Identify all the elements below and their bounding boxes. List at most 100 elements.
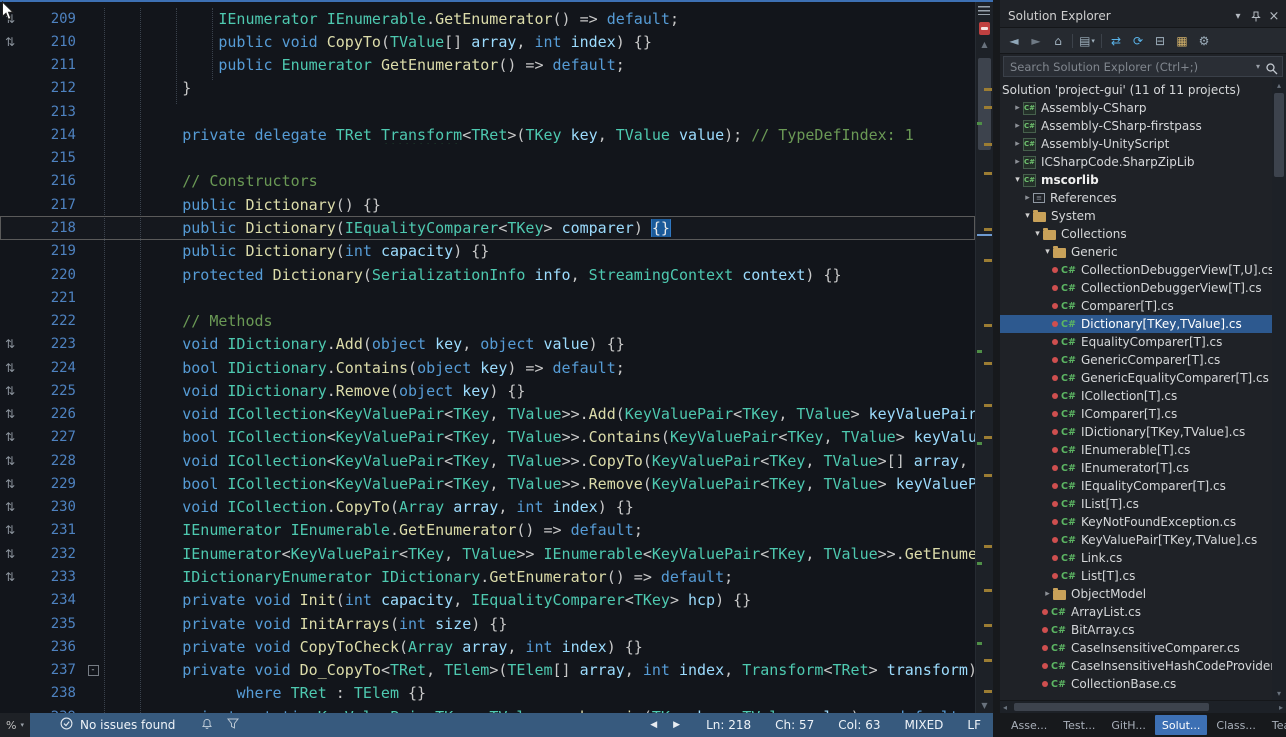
split-grip-icon[interactable] xyxy=(978,6,990,15)
code-line[interactable]: 234 private void Init(int capacity, IEqu… xyxy=(0,589,975,612)
tree-item[interactable]: C#List[T].cs xyxy=(1000,567,1272,585)
tree-item[interactable]: C#EqualityComparer[T].cs xyxy=(1000,333,1272,351)
override-glyph-icon[interactable]: ⇅ xyxy=(0,430,30,444)
line-number[interactable]: 235 xyxy=(30,616,76,632)
code-line[interactable]: 221 xyxy=(0,286,975,309)
line-number[interactable]: 211 xyxy=(30,57,76,73)
scroll-down-icon[interactable]: ▾ xyxy=(1272,689,1286,698)
code-line[interactable]: 213 xyxy=(0,100,975,123)
line-number[interactable]: 232 xyxy=(30,546,76,562)
scroll-left-icon[interactable]: ◀ xyxy=(650,720,657,730)
line-number[interactable]: 230 xyxy=(30,499,76,515)
expanded-arrow-icon[interactable]: ▾ xyxy=(1022,211,1033,221)
code-line[interactable]: ⇅227 bool ICollection<KeyValuePair<TKey,… xyxy=(0,426,975,449)
bell-icon[interactable] xyxy=(201,718,213,733)
tree-item[interactable]: C#CaseInsensitiveComparer.cs xyxy=(1000,639,1272,657)
line-number[interactable]: 228 xyxy=(30,453,76,469)
line-number[interactable]: 224 xyxy=(30,360,76,376)
collapse-region-icon[interactable]: - xyxy=(88,665,99,676)
override-glyph-icon[interactable]: ⇅ xyxy=(0,35,30,49)
panel-tab[interactable]: Solut... xyxy=(1155,715,1208,735)
collapsed-arrow-icon[interactable]: ▸ xyxy=(1042,589,1053,599)
code-line[interactable]: ⇅228 void ICollection<KeyValuePair<TKey,… xyxy=(0,449,975,472)
line-number[interactable]: 227 xyxy=(30,429,76,445)
override-glyph-icon[interactable]: ⇅ xyxy=(0,337,30,351)
scroll-down-icon[interactable]: ▼ xyxy=(976,701,993,710)
scroll-right-icon[interactable]: ▸ xyxy=(1279,701,1283,713)
tree-item[interactable]: C#IEnumerator[T].cs xyxy=(1000,459,1272,477)
line-number[interactable]: 223 xyxy=(30,336,76,352)
code-line[interactable]: 217 public Dictionary() {} xyxy=(0,193,975,216)
tree-item[interactable]: C#IEnumerable[T].cs xyxy=(1000,441,1272,459)
tree-item[interactable]: C#Dictionary[TKey,TValue].cs xyxy=(1000,315,1272,333)
tree-item[interactable]: C#GenericEqualityComparer[T].cs xyxy=(1000,369,1272,387)
tree-item[interactable]: C#CaseInsensitiveHashCodeProvider.cs xyxy=(1000,657,1272,675)
tree-item[interactable]: ▸C#Assembly-CSharp-firstpass xyxy=(1000,117,1272,135)
code-line[interactable]: 222 // Methods xyxy=(0,309,975,332)
line-number[interactable]: 225 xyxy=(30,383,76,399)
search-input[interactable] xyxy=(1003,56,1283,77)
panel-tab[interactable]: Asse... xyxy=(1004,715,1054,735)
scroll-up-icon[interactable]: ▲ xyxy=(976,40,993,49)
line-number[interactable]: 214 xyxy=(30,127,76,143)
line-ending-indicator[interactable]: LF xyxy=(967,718,981,732)
override-glyph-icon[interactable]: ⇅ xyxy=(0,384,30,398)
code-line[interactable]: 219 public Dictionary(int capacity) {} xyxy=(0,240,975,263)
line-number[interactable]: 239 xyxy=(30,709,76,713)
code-line[interactable]: ⇅209 IEnumerator IEnumerable.GetEnumerat… xyxy=(0,7,975,30)
line-indicator[interactable]: Ln: 218 xyxy=(706,718,751,732)
panel-tab[interactable]: Test... xyxy=(1056,715,1102,735)
override-glyph-icon[interactable]: ⇅ xyxy=(0,454,30,468)
code-line[interactable]: ⇅231 IEnumerator IEnumerable.GetEnumerat… xyxy=(0,519,975,542)
line-number[interactable]: 217 xyxy=(30,197,76,213)
code-line[interactable]: 212 } xyxy=(0,77,975,100)
collapsed-arrow-icon[interactable]: ▸ xyxy=(1012,103,1023,113)
tree-item[interactable]: ▸C#ICSharpCode.SharpZipLib xyxy=(1000,153,1272,171)
refresh-icon[interactable]: ⟳ xyxy=(1127,31,1149,51)
error-indicator-icon[interactable] xyxy=(979,22,990,35)
override-glyph-icon[interactable]: ⇅ xyxy=(0,407,30,421)
override-glyph-icon[interactable]: ⇅ xyxy=(0,570,30,584)
collapse-all-icon[interactable]: ⊟ xyxy=(1149,31,1171,51)
scroll-up-icon[interactable]: ▴ xyxy=(1272,81,1286,90)
tree-item[interactable]: ▾C#mscorlib xyxy=(1000,171,1272,189)
line-number[interactable]: 215 xyxy=(30,150,76,166)
line-number[interactable]: 210 xyxy=(30,34,76,50)
close-icon[interactable]: × xyxy=(1265,8,1283,24)
tree-item[interactable]: ▾System xyxy=(1000,207,1272,225)
collapsed-arrow-icon[interactable]: ▸ xyxy=(1012,121,1023,131)
tree-item[interactable]: ▾Generic xyxy=(1000,243,1272,261)
solution-explorer-titlebar[interactable]: Solution Explorer ▾ × xyxy=(1000,5,1286,27)
properties-icon[interactable]: ⚙ xyxy=(1193,31,1215,51)
encoding-indicator[interactable]: MIXED xyxy=(904,718,943,732)
line-number[interactable]: 219 xyxy=(30,243,76,259)
override-glyph-icon[interactable]: ⇅ xyxy=(0,477,30,491)
line-number[interactable]: 231 xyxy=(30,522,76,538)
tree-item[interactable]: C#IDictionary[TKey,TValue].cs xyxy=(1000,423,1272,441)
tree-item[interactable]: C#CollectionDebuggerView[T].cs xyxy=(1000,279,1272,297)
tree-item[interactable]: C#GenericComparer[T].cs xyxy=(1000,351,1272,369)
forward-icon[interactable]: ► xyxy=(1025,31,1047,51)
expanded-arrow-icon[interactable]: ▾ xyxy=(1032,229,1043,239)
line-number[interactable]: 213 xyxy=(30,104,76,120)
override-glyph-icon[interactable]: ⇅ xyxy=(0,500,30,514)
tree-item[interactable]: C#CollectionDebuggerView[T,U].cs xyxy=(1000,261,1272,279)
code-line[interactable]: ⇅224 bool IDictionary.Contains(object ke… xyxy=(0,356,975,379)
code-line[interactable]: 214 private delegate TRet Transform<TRet… xyxy=(0,123,975,146)
code-line[interactable]: 211 public Enumerator GetEnumerator() =>… xyxy=(0,54,975,77)
code-line[interactable]: ⇅232 IEnumerator<KeyValuePair<TKey, TVal… xyxy=(0,542,975,565)
code-line[interactable]: ⇅229 bool ICollection<KeyValuePair<TKey,… xyxy=(0,472,975,495)
scrollbar-thumb[interactable] xyxy=(978,58,991,150)
code-line[interactable]: 215 xyxy=(0,147,975,170)
line-number[interactable]: 222 xyxy=(30,313,76,329)
line-number[interactable]: 212 xyxy=(30,80,76,96)
tree-item[interactable]: C#KeyNotFoundException.cs xyxy=(1000,513,1272,531)
tree-item[interactable]: C#IList[T].cs xyxy=(1000,495,1272,513)
line-number[interactable]: 236 xyxy=(30,639,76,655)
issues-message[interactable]: No issues found xyxy=(80,718,175,732)
switch-views-icon[interactable]: ▤▾ xyxy=(1076,31,1098,51)
expanded-arrow-icon[interactable]: ▾ xyxy=(1042,247,1053,257)
pin-icon[interactable] xyxy=(1247,8,1265,24)
override-glyph-icon[interactable]: ⇅ xyxy=(0,547,30,561)
code-line[interactable]: 236 private void CopyToCheck(Array array… xyxy=(0,635,975,658)
